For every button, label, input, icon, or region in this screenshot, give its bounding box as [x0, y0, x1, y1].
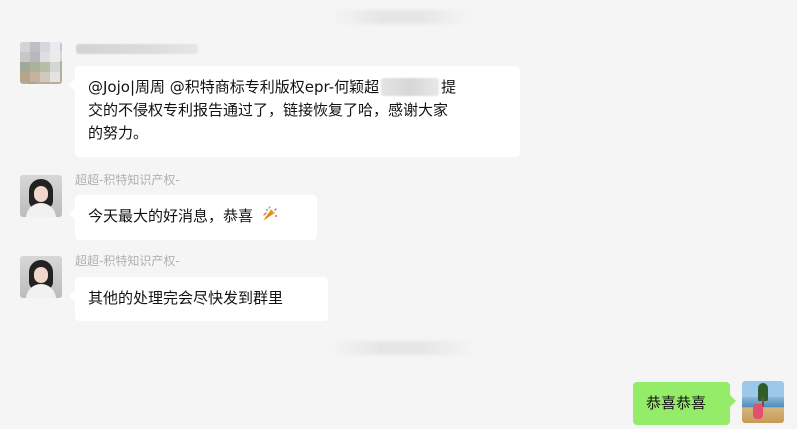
timestamp-blur-bottom — [329, 341, 474, 355]
message-bubble-second[interactable]: 今天最大的好消息，恭喜 — [69, 195, 317, 240]
party-popper-icon — [260, 206, 278, 224]
message-first-line-1-text: @Jojo|周周 @积特商标专利版权epr-何颖超 — [88, 78, 380, 96]
message-third-text: 其他的处理完会尽快发到群里 — [88, 289, 284, 307]
timestamp-blur-top — [332, 10, 470, 24]
avatar-self[interactable] — [742, 381, 784, 423]
avatar-self-person — [753, 404, 763, 419]
message-mine-text: 恭喜恭喜 — [646, 394, 707, 412]
avatar-first-sender[interactable] — [20, 42, 62, 84]
second-sender-name: 超超-积特知识产权- — [75, 173, 180, 187]
message-bubble-first[interactable]: @Jojo|周周 @积特商标专利版权epr-何颖超 提 交的不侵权专利报告通过了，… — [69, 66, 520, 157]
message-first-line-2: 交的不侵权专利报告通过了，链接恢复了哈，感谢大家 — [88, 101, 449, 119]
avatar-second-face — [34, 186, 48, 202]
message-first-inline-blur — [381, 78, 440, 96]
third-sender-name: 超超-积特知识产权- — [75, 254, 180, 268]
message-bubble-third[interactable]: 其他的处理完会尽快发到群里 — [69, 277, 328, 321]
message-first-line-1: @Jojo|周周 @积特商标专利版权epr-何颖超 提 — [88, 76, 507, 99]
first-sender-name-blur — [76, 44, 198, 54]
avatar-third-face — [34, 267, 48, 283]
avatar-second-sender[interactable] — [20, 175, 62, 217]
message-first-line-3: 的努力。 — [88, 124, 149, 142]
message-bubble-mine[interactable]: 恭喜恭喜 — [633, 382, 736, 425]
message-second-text: 今天最大的好消息，恭喜 — [88, 207, 254, 225]
avatar-third-sender[interactable] — [20, 256, 62, 298]
message-first-line-1-tail: 提 — [441, 78, 457, 96]
